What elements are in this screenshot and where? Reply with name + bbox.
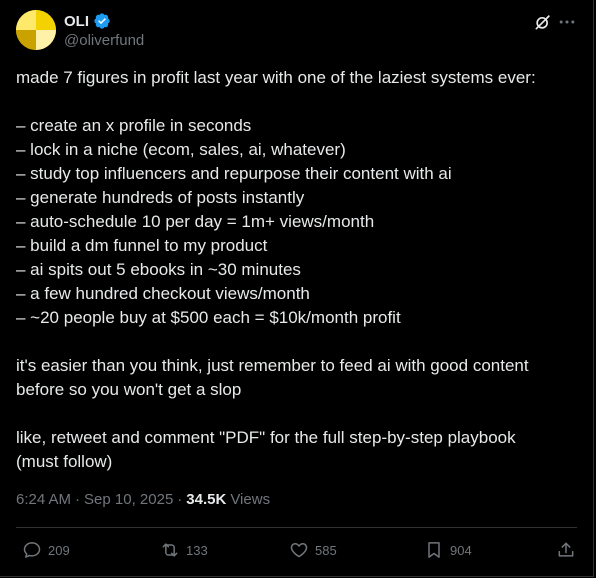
verified-badge-icon xyxy=(94,13,110,29)
like-count: 585 xyxy=(315,542,337,558)
share-button[interactable] xyxy=(556,540,576,560)
post-step: – ~20 people buy at $500 each = $10k/mon… xyxy=(16,308,401,327)
post-step: – build a dm funnel to my product xyxy=(16,236,268,255)
more-options-icon[interactable] xyxy=(557,12,577,32)
bookmark-button[interactable]: 904 xyxy=(424,540,472,560)
action-bar: 209 133 585 904 xyxy=(16,540,577,564)
meta-separator: · xyxy=(177,491,183,508)
divider xyxy=(16,527,577,528)
post-header: OLI @oliverfund xyxy=(16,10,577,52)
post-paragraph-2-line-2: before so you won't get a slop xyxy=(16,380,242,399)
meta-separator: · xyxy=(75,491,81,508)
repost-button[interactable]: 133 xyxy=(160,540,208,560)
avatar[interactable] xyxy=(16,10,56,50)
reply-button[interactable]: 209 xyxy=(22,540,70,560)
views-count[interactable]: 34.5K xyxy=(186,491,226,508)
post-paragraph-2-line-1: it's easier than you think, just remembe… xyxy=(16,356,529,375)
post-time[interactable]: 6:24 AM xyxy=(16,491,71,508)
bookmark-icon xyxy=(428,542,440,558)
post-paragraph-3-line-1: like, retweet and comment "PDF" for the … xyxy=(16,428,516,447)
post-date[interactable]: Sep 10, 2025 xyxy=(84,491,173,508)
post-intro: made 7 figures in profit last year with … xyxy=(16,68,536,87)
post-step: – generate hundreds of posts instantly xyxy=(16,188,305,207)
user-handle[interactable]: @oliverfund xyxy=(64,32,144,49)
views-label: Views xyxy=(230,491,271,508)
reply-count: 209 xyxy=(48,542,70,558)
post-body: made 7 figures in profit last year with … xyxy=(16,66,576,474)
name-row: OLI xyxy=(64,12,111,30)
post-step: – lock in a niche (ecom, sales, ai, what… xyxy=(16,140,346,159)
share-icon xyxy=(558,542,574,557)
post-step: – study top influencers and repurpose th… xyxy=(16,164,452,183)
post-meta: 6:24 AM · Sep 10, 2025 · 34.5K Views xyxy=(16,491,270,508)
bookmark-count: 904 xyxy=(450,542,472,558)
post-paragraph-3-line-2: (must follow) xyxy=(16,452,113,471)
post-step: – create an x profile in seconds xyxy=(16,116,252,135)
post-step: – a few hundred checkout views/month xyxy=(16,284,310,303)
grok-icon[interactable] xyxy=(533,12,553,32)
reply-icon xyxy=(23,542,41,558)
display-name[interactable]: OLI xyxy=(64,13,89,30)
repost-count: 133 xyxy=(186,542,208,558)
repost-icon xyxy=(162,543,178,557)
heart-icon xyxy=(290,543,308,558)
post-step: – ai spits out 5 ebooks in ~30 minutes xyxy=(16,260,301,279)
like-button[interactable]: 585 xyxy=(289,540,337,560)
post-step: – auto-schedule 10 per day = 1m+ views/m… xyxy=(16,212,375,231)
post-card: OLI @oliverfund made 7 figures in profit… xyxy=(0,0,594,577)
